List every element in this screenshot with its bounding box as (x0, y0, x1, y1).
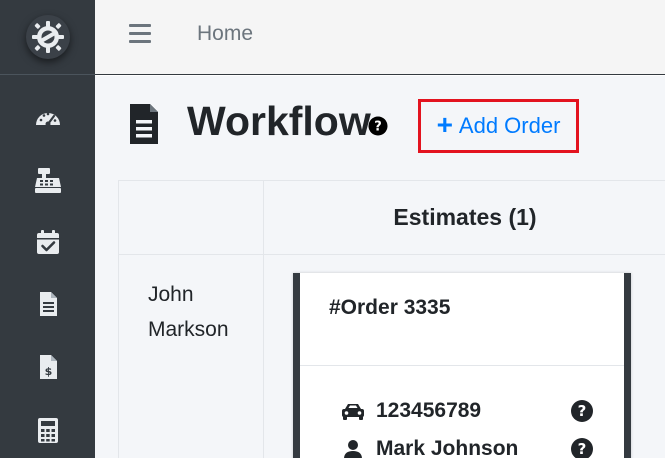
board-corner-cell (119, 181, 264, 255)
svg-text:$: $ (44, 365, 52, 378)
svg-text:?: ? (374, 120, 382, 135)
row-label-customer: John Markson (148, 283, 229, 341)
add-order-button[interactable]: + Add Order (418, 99, 579, 153)
workflow-board: Estimates (1) John Markson #Order 3335 1… (118, 180, 665, 458)
calendar-check-icon (36, 230, 59, 254)
vehicle-vin: 123456789 (376, 399, 482, 422)
add-order-label: Add Order (458, 113, 561, 138)
order-card-title: #Order 3335 (329, 296, 451, 319)
sidebar-item-pos[interactable] (0, 154, 95, 206)
sidebar-item-documents[interactable] (0, 278, 95, 330)
svg-text:?: ? (578, 440, 587, 458)
brand[interactable] (0, 0, 95, 75)
page-title: Workflow (187, 98, 371, 144)
user-icon (344, 440, 362, 458)
main-content: Workflow ? + Add Order Estimates (1) Joh… (95, 76, 665, 458)
sidebar-item-invoices[interactable]: $ (0, 341, 95, 393)
menu-toggle-icon[interactable] (129, 24, 151, 44)
gear-wrench-logo-icon (31, 21, 64, 53)
sidebar-item-calendar[interactable] (0, 216, 95, 268)
calculator-icon (37, 418, 58, 443)
cash-register-icon (34, 168, 61, 193)
board-cell-estimates: #Order 3335 123456789 ? Mark Johnson ? (264, 255, 665, 458)
person-name: Mark Johnson (376, 437, 519, 458)
sidebar-item-dashboard[interactable] (0, 92, 95, 144)
brand-logo (25, 15, 70, 59)
question-circle-icon[interactable]: ? (570, 437, 594, 458)
car-icon (342, 404, 364, 420)
board-row-header: John Markson (119, 255, 264, 458)
file-document-icon (39, 292, 57, 316)
clipboard-list-icon (130, 104, 158, 144)
file-invoice-dollar-icon: $ (39, 355, 57, 379)
column-header-estimates: Estimates (1) (264, 181, 665, 255)
sidebar: $ (0, 0, 95, 458)
question-circle-icon[interactable]: ? (368, 116, 388, 136)
order-card-vehicle-line: 123456789 ? (340, 399, 594, 423)
top-navbar: Home (95, 0, 665, 75)
tachometer-icon (35, 112, 60, 127)
card-divider (300, 365, 624, 366)
sidebar-item-calculator[interactable] (0, 404, 95, 456)
svg-text:?: ? (578, 402, 587, 420)
nav-home-link[interactable]: Home (197, 22, 253, 46)
order-card[interactable]: #Order 3335 123456789 ? Mark Johnson ? (293, 273, 631, 458)
question-circle-icon[interactable]: ? (570, 399, 594, 423)
app-window: $ Home Workflow ? + Add Order Estimates … (0, 0, 665, 458)
plus-icon: + (436, 108, 453, 140)
order-card-person-line: Mark Johnson ? (340, 437, 594, 458)
